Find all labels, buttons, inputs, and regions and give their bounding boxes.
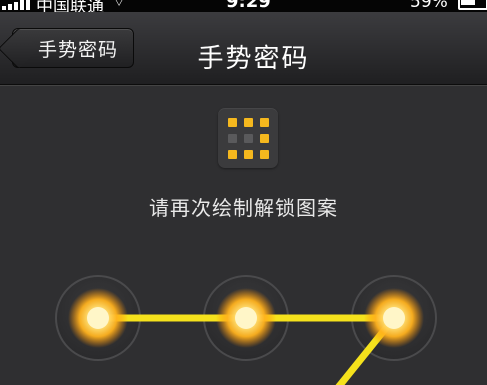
selected-node-core (383, 307, 405, 329)
back-button-label: 手势密码 (37, 38, 118, 61)
selected-node-core (235, 307, 257, 329)
selected-node-core (87, 307, 109, 329)
